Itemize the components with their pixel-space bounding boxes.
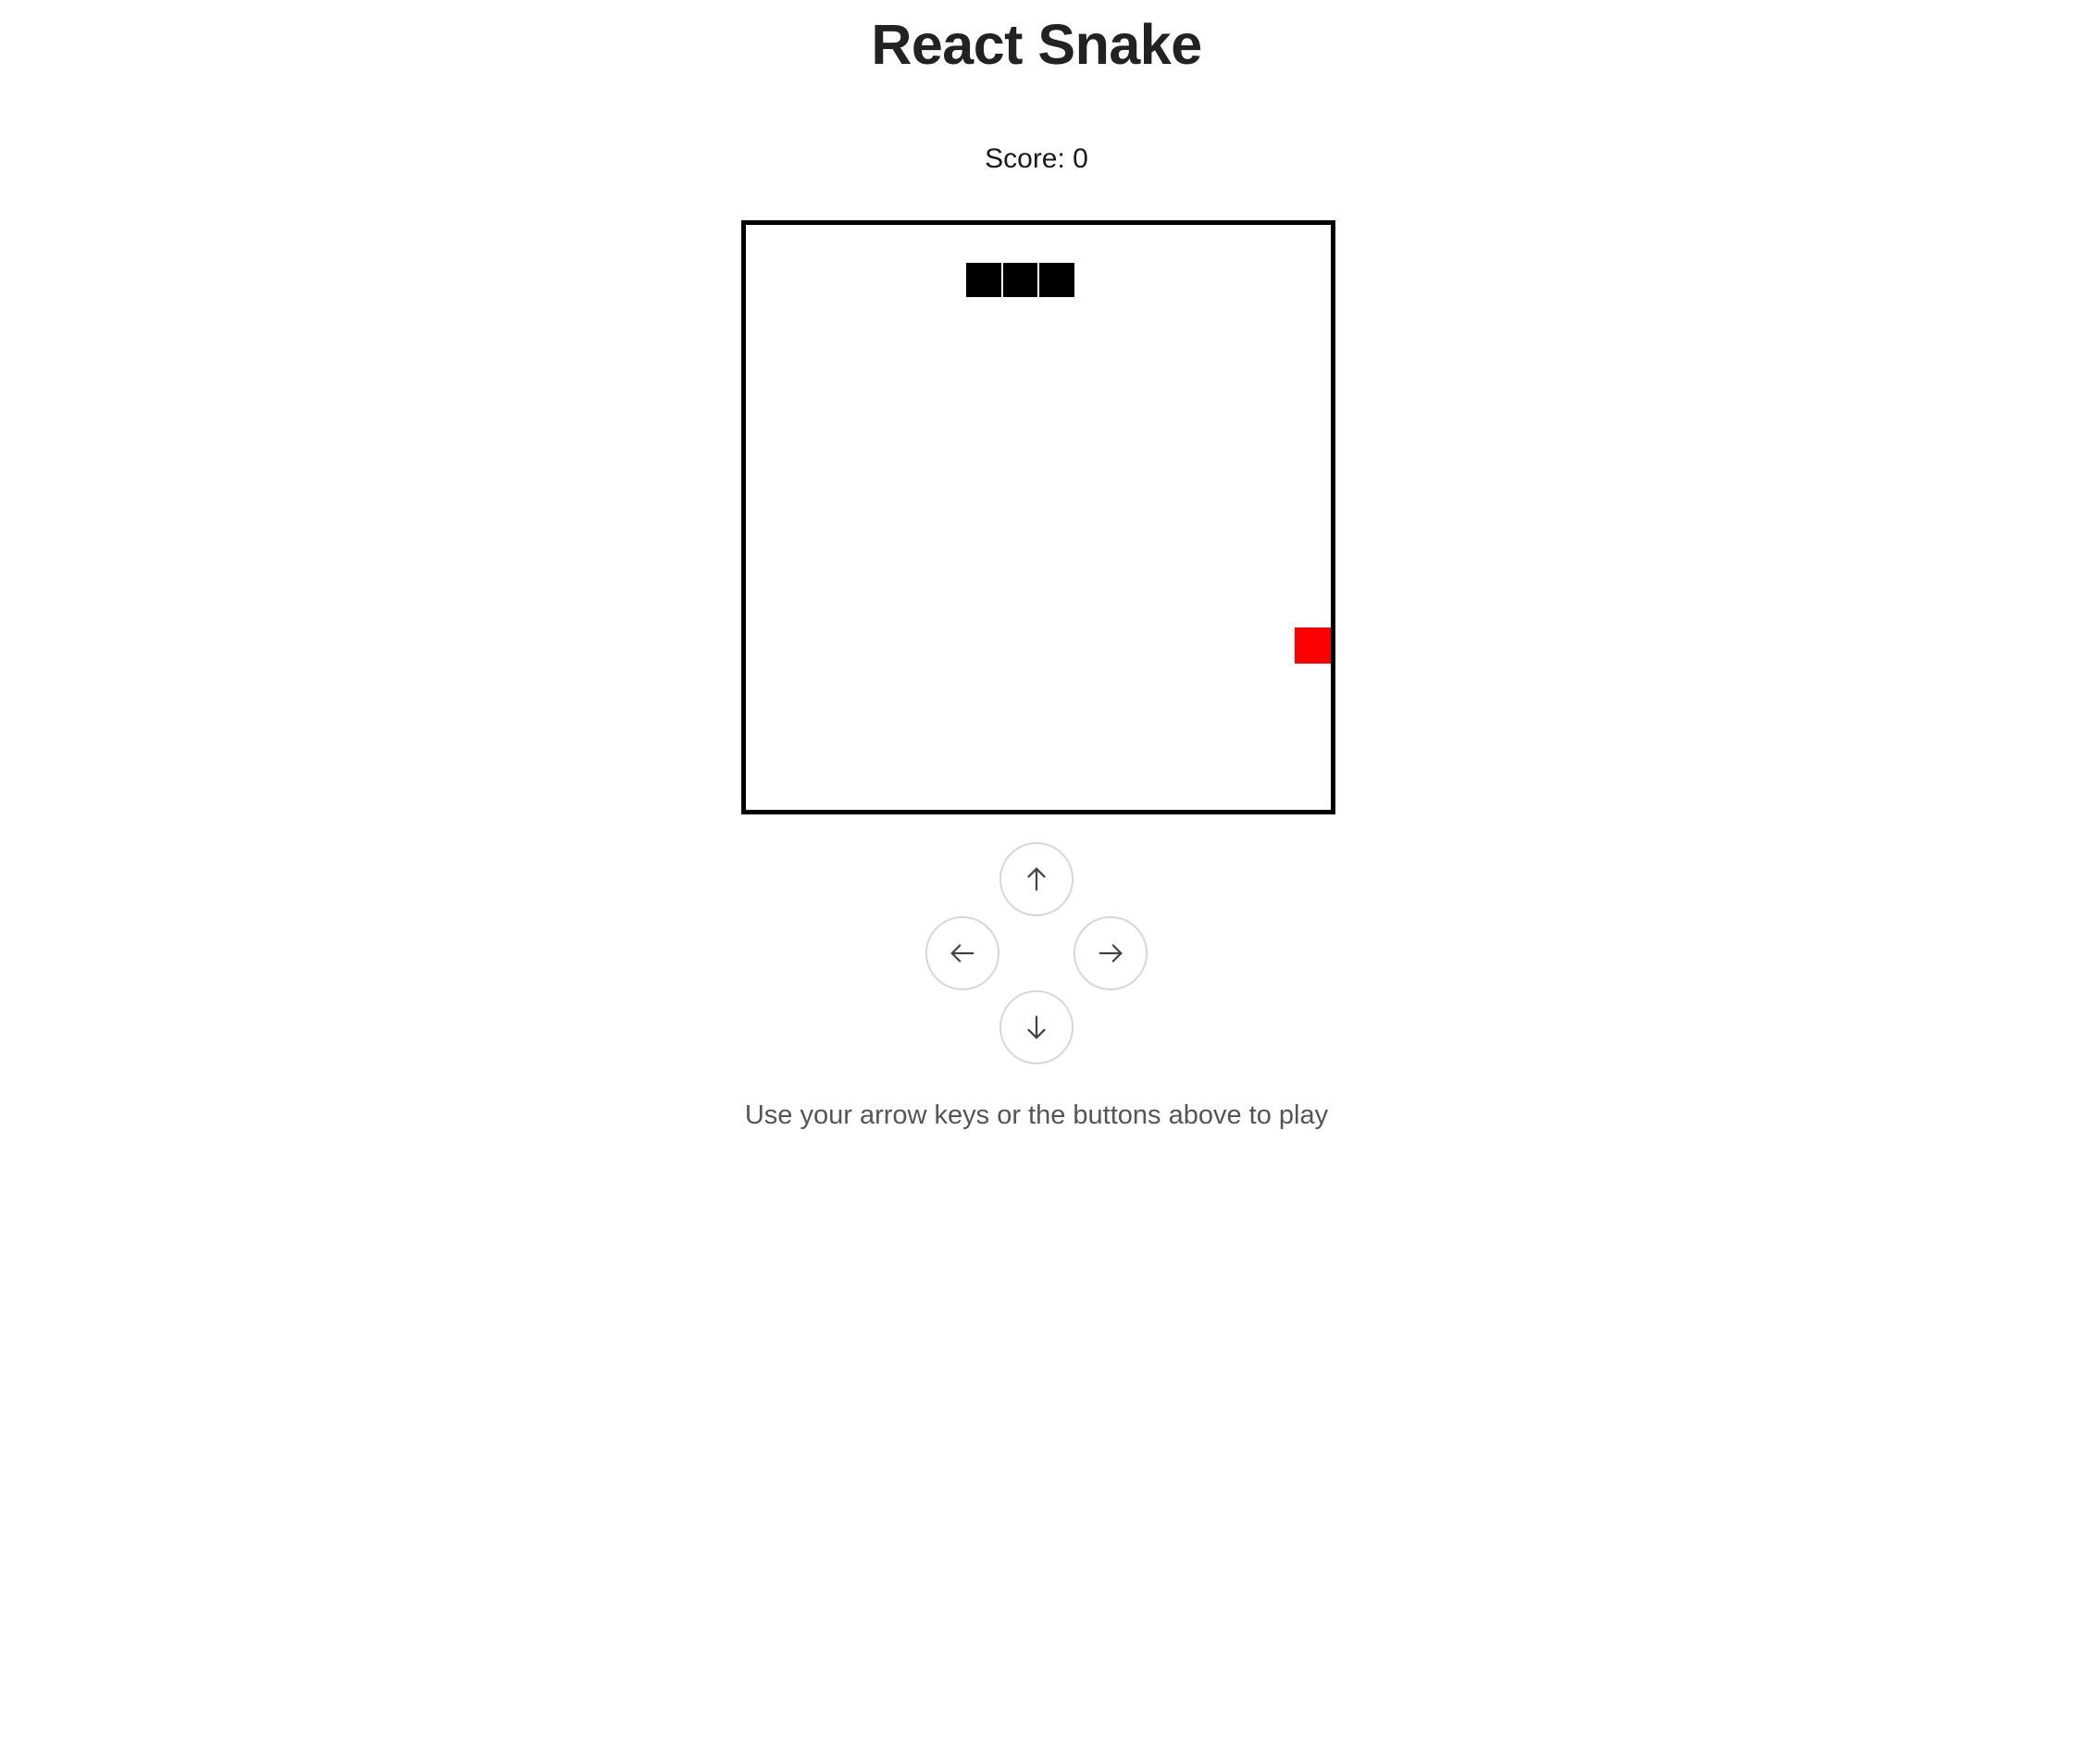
page-title: React Snake	[871, 13, 1202, 76]
snake-segment	[965, 261, 1002, 298]
score-display: Score: 0	[985, 143, 1088, 174]
instructions-text: Use your arrow keys or the buttons above…	[744, 1100, 1329, 1130]
arrow-left-icon	[950, 944, 974, 963]
down-button[interactable]	[999, 990, 1074, 1064]
arrow-up-icon	[1027, 867, 1046, 891]
left-button[interactable]	[925, 916, 999, 990]
arrow-down-icon	[1027, 1015, 1046, 1039]
right-button[interactable]	[1074, 916, 1148, 990]
up-button[interactable]	[999, 842, 1074, 916]
snake-segment	[1038, 261, 1075, 298]
snake-game-page: React Snake Score: 0 Use your arrow keys…	[0, 0, 2073, 1764]
food-item	[1294, 627, 1331, 664]
snake-segment	[1001, 261, 1038, 298]
arrow-right-icon	[1099, 944, 1123, 963]
game-board	[741, 220, 1335, 814]
